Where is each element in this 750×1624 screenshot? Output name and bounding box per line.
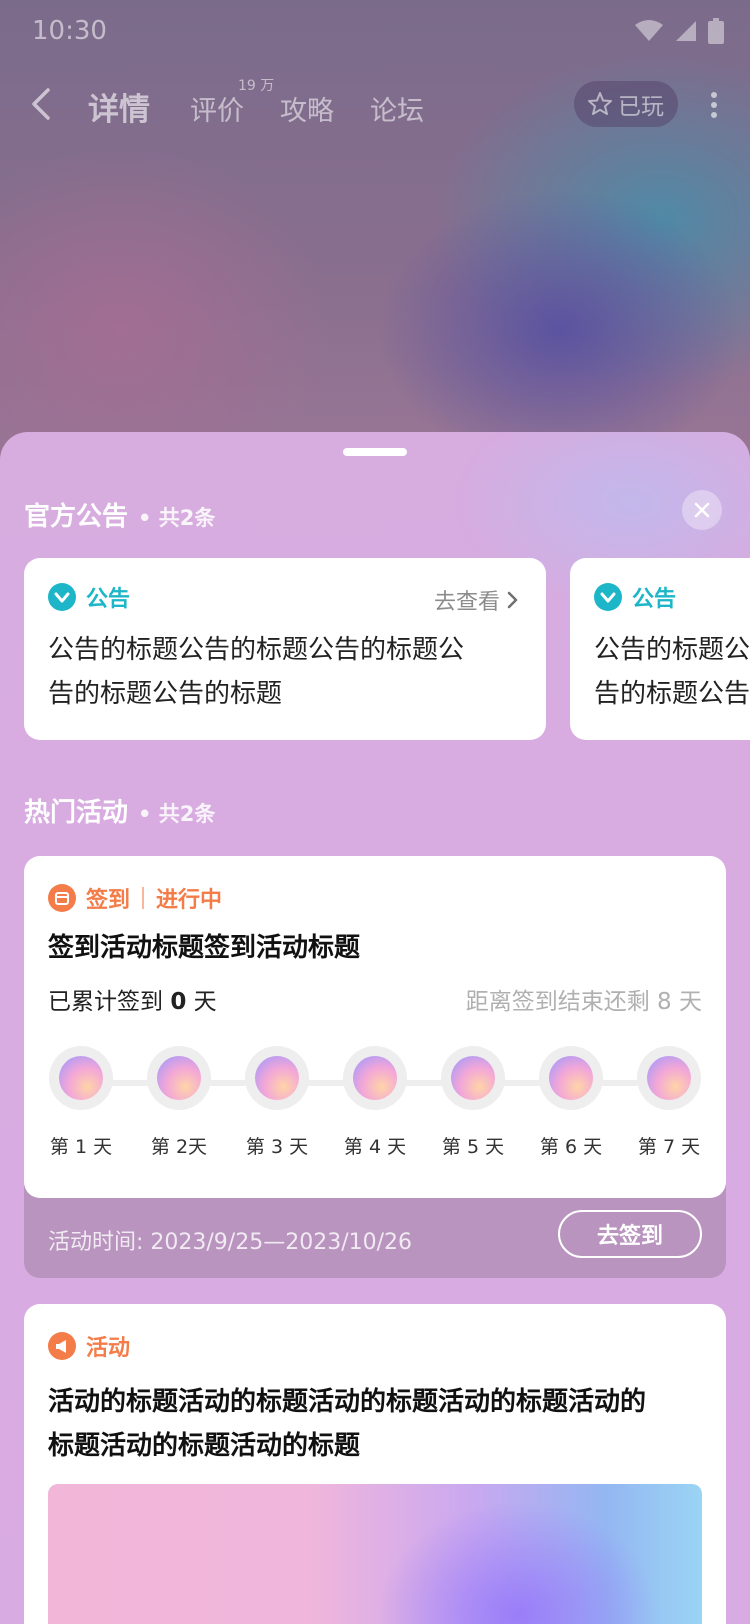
activity-time: 活动时间: 2023/9/25—2023/10/26 [48, 1230, 413, 1255]
announcement-text-line: 公告的标题公告的标题公告的标题公 [594, 635, 750, 665]
activities-count: • 共2条 [138, 802, 216, 826]
announcement-text-line: 告的标题公告的标题 [48, 679, 283, 709]
activities-header: 热门活动 • 共2条 [24, 792, 215, 829]
accumulated-prefix: 已累计签到 [48, 989, 171, 1015]
tab-reviews[interactable]: 评价 19 万 [190, 78, 274, 128]
go-signin-button[interactable]: 去签到 [558, 1210, 702, 1258]
activity-cover-image[interactable] [48, 1484, 702, 1624]
announcements-header: 官方公告 • 共2条 [24, 496, 215, 533]
announcement-card[interactable]: 公告 公告的标题公告的标题公告的标题公 告的标题公告的标题 [570, 558, 750, 740]
battery-icon [708, 18, 724, 44]
day-label: 第 2天 [150, 1136, 208, 1158]
calendar-icon [48, 884, 76, 912]
day-item: 第 3 天 [228, 1046, 326, 1159]
chevron-right-icon [507, 591, 518, 609]
nav-tabs: 详情 评价 19 万 攻略 论坛 [88, 78, 460, 129]
announcement-head: 公告 [594, 582, 750, 612]
announcement-icon [594, 583, 622, 611]
more-options-icon[interactable] [706, 90, 722, 120]
played-button[interactable]: 已玩 [574, 81, 678, 127]
megaphone-icon [48, 1332, 76, 1360]
activity-tag-row: 活动 [48, 1330, 130, 1362]
day-label: 第 4 天 [343, 1136, 407, 1158]
announcements-title: 官方公告 [24, 502, 129, 532]
day-label: 第 1 天 [49, 1136, 113, 1158]
announcement-card[interactable]: 公告 去查看 公告的标题公告的标题公告的标题公 告的标题公告的标题 [24, 558, 546, 740]
close-icon [694, 502, 710, 518]
tab-guides[interactable]: 攻略 [280, 89, 334, 128]
day-badge [637, 1046, 701, 1110]
announcement-label: 公告 [86, 587, 131, 612]
activity-title: 活动的标题活动的标题活动的标题活动的标题活动的 标题活动的标题活动的标题 [48, 1380, 646, 1468]
day-item: 第 6 天 [522, 1046, 620, 1159]
activity-title-line: 活动的标题活动的标题活动的标题活动的标题活动的 [48, 1387, 647, 1417]
announcement-label: 公告 [632, 587, 677, 612]
played-label: 已玩 [618, 94, 664, 120]
accumulated-days: 0 [170, 989, 187, 1015]
accumulated-checkins: 已累计签到 0 天 [48, 982, 217, 1016]
activity-card[interactable]: 活动 活动的标题活动的标题活动的标题活动的标题活动的 标题活动的标题活动的标题 [24, 1304, 726, 1624]
announcement-text: 公告的标题公告的标题公告的标题公 告的标题公告的标题 [48, 628, 522, 716]
day-label: 第 6 天 [539, 1136, 603, 1158]
day-badge [49, 1046, 113, 1110]
day-item: 第 5 天 [424, 1046, 522, 1159]
day-badge [245, 1046, 309, 1110]
signin-activity-card[interactable]: 签到 进行中 签到活动标题签到活动标题 已累计签到 0 天 距离签到结束还剩 8… [24, 856, 726, 1198]
reviews-count-badge: 19 万 [238, 78, 275, 94]
tab-forum[interactable]: 论坛 [370, 89, 424, 128]
view-more-label: 去查看 [433, 590, 500, 615]
day-item: 第 2天 [130, 1046, 228, 1159]
signal-icon [676, 21, 696, 41]
day-badge [539, 1046, 603, 1110]
activity-title-line: 标题活动的标题活动的标题 [48, 1431, 361, 1461]
announcement-icon [48, 583, 76, 611]
signin-status: 进行中 [156, 888, 223, 913]
star-icon [588, 92, 612, 115]
wifi-icon [635, 20, 663, 41]
day-item: 第 1 天 [32, 1046, 130, 1159]
close-button[interactable] [682, 490, 722, 530]
day-item: 第 7 天 [620, 1046, 718, 1159]
activity-tag: 活动 [86, 1336, 131, 1361]
day-badge [441, 1046, 505, 1110]
tab-reviews-label: 评价 [190, 96, 244, 127]
announcement-text-line: 告的标题公告的标题 [594, 679, 750, 709]
announcement-text-line: 公告的标题公告的标题公告的标题公 [48, 635, 465, 665]
status-bar: 10:30 [0, 0, 750, 64]
announcements-count: • 共2条 [138, 506, 216, 530]
view-more-link[interactable]: 去查看 [434, 584, 520, 616]
status-time: 10:30 [32, 16, 107, 46]
activities-title: 热门活动 [24, 798, 129, 828]
day-item: 第 4 天 [326, 1046, 424, 1159]
announcement-text: 公告的标题公告的标题公告的标题公 告的标题公告的标题 [594, 628, 750, 716]
day-badge [147, 1046, 211, 1110]
signin-tag-row: 签到 进行中 [48, 882, 222, 914]
nav-bar: 详情 评价 19 万 攻略 论坛 已玩 [0, 64, 750, 144]
day-label: 第 5 天 [441, 1136, 505, 1158]
remaining-days: 距离签到结束还剩 8 天 [465, 989, 702, 1015]
tab-details[interactable]: 详情 [88, 84, 150, 129]
bottom-sheet: 官方公告 • 共2条 公告 去查看 公告的标题公告的标题公告的标题公 告的标题公… [0, 432, 750, 1624]
signin-tag: 签到 [86, 888, 131, 913]
day-label: 第 3 天 [245, 1136, 309, 1158]
accumulated-suffix: 天 [186, 989, 217, 1015]
signin-title: 签到活动标题签到活动标题 [48, 933, 361, 963]
status-icons [634, 18, 724, 44]
back-arrow-icon[interactable] [20, 82, 64, 126]
day-label: 第 7 天 [637, 1136, 701, 1158]
tag-divider [142, 887, 145, 909]
day-badge [343, 1046, 407, 1110]
drag-handle[interactable] [343, 448, 407, 456]
